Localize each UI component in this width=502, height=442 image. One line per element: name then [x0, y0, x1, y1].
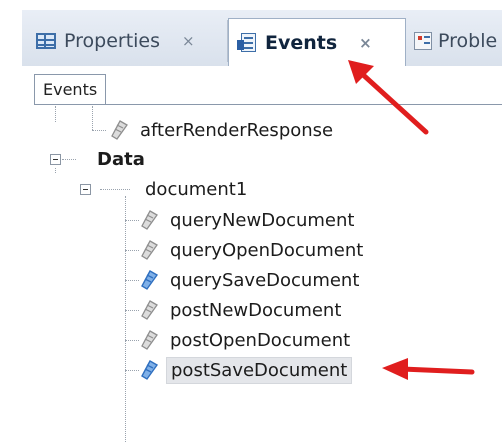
close-tab-properties-icon[interactable]: ×: [182, 32, 195, 50]
tree-item-event[interactable]: queryNewDocument: [138, 205, 358, 235]
tree-guide-line: [55, 106, 56, 122]
tree-guide-line: [125, 196, 126, 442]
collapse-toggle-icon[interactable]: [50, 153, 61, 165]
annotation-arrow-icon: [348, 60, 429, 135]
tree-item-event-selected[interactable]: postSaveDocument: [138, 355, 353, 385]
tree-item-label: postOpenDocument: [170, 329, 351, 351]
tree-guide-line: [125, 280, 139, 281]
tree-guide-line: [125, 220, 139, 221]
tab-properties-label: Properties: [64, 30, 161, 52]
event-empty-icon: [138, 299, 160, 321]
tab-events-label: Events: [265, 32, 338, 54]
tab-problems-label: Proble: [438, 30, 498, 52]
event-empty-icon: [138, 239, 160, 261]
tree-item-after-render-response[interactable]: afterRenderResponse: [108, 115, 337, 145]
tab-properties[interactable]: Properties ×: [28, 20, 228, 62]
tree-item-label: afterRenderResponse: [140, 119, 334, 141]
tree-item-label: querySaveDocument: [170, 269, 360, 291]
annotation-arrow-icon: [382, 358, 475, 380]
tree-item-event[interactable]: queryOpenDocument: [138, 235, 367, 265]
tree-item-label: postNewDocument: [170, 299, 342, 321]
tree-item-event[interactable]: postNewDocument: [138, 295, 345, 325]
event-with-code-icon: [138, 359, 160, 381]
problems-icon: [414, 32, 432, 50]
tree-item-document1[interactable]: document1: [80, 174, 251, 204]
tree-guide-line: [125, 340, 139, 341]
properties-grid-icon: [36, 33, 56, 49]
tree-guide-line: [92, 106, 93, 130]
tree-guide-line: [125, 310, 139, 311]
properties-view-window: Properties × Events × Proble Events afte…: [0, 0, 502, 442]
events-icon: [237, 33, 257, 53]
tree-item-label: document1: [145, 178, 248, 200]
tree-guide-line: [125, 250, 139, 251]
tree-item-label: queryOpenDocument: [170, 239, 364, 261]
tree-item-label: postSaveDocument: [166, 356, 353, 384]
tree-item-event[interactable]: querySaveDocument: [138, 265, 363, 295]
tree-guide-line: [92, 130, 106, 131]
event-empty-icon: [108, 119, 130, 141]
event-with-code-icon: [138, 269, 160, 291]
tree-guide-line: [125, 370, 139, 371]
tree-item-label: queryNewDocument: [170, 209, 355, 231]
collapse-toggle-icon[interactable]: [80, 183, 91, 195]
event-empty-icon: [138, 329, 160, 351]
tree-item-label: Data: [97, 148, 145, 170]
tree-item-event[interactable]: postOpenDocument: [138, 325, 354, 355]
tree-item-data-group[interactable]: Data: [50, 144, 149, 174]
event-empty-icon: [138, 209, 160, 231]
